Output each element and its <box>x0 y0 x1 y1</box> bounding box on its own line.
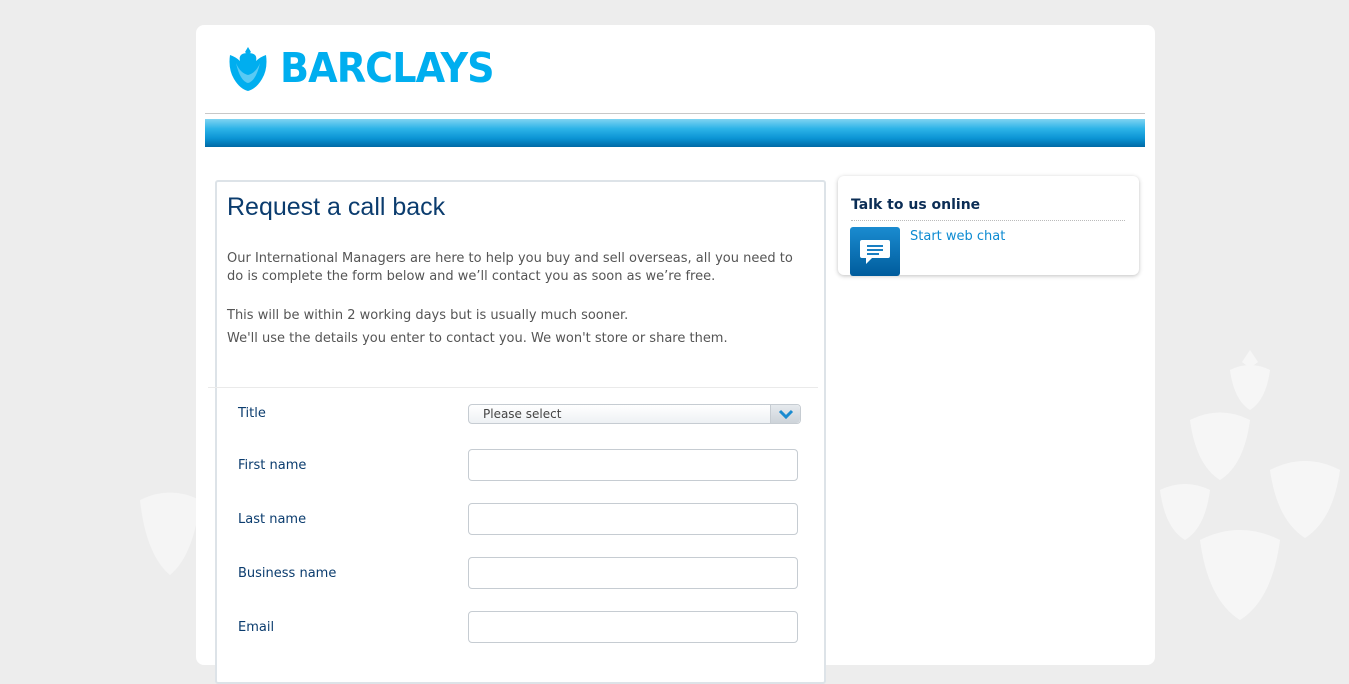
start-web-chat-link[interactable]: Start web chat <box>910 229 1005 244</box>
background-eagle-pattern <box>1160 350 1340 620</box>
intro-text: Our International Managers are here to h… <box>227 250 812 286</box>
title-select-value: Please select <box>483 407 562 421</box>
title-select[interactable]: Please select <box>468 404 801 424</box>
page-container: BARCLAYS Request a call back Our Interna… <box>196 25 1155 684</box>
callback-form-panel: Request a call back Our International Ma… <box>208 180 826 684</box>
talk-online-panel: Talk to us online Start web chat <box>838 176 1139 276</box>
navigation-band <box>205 119 1145 147</box>
last-name-label: Last name <box>238 512 307 527</box>
barclays-logo[interactable]: BARCLAYS <box>226 45 510 91</box>
eagle-icon <box>229 47 267 91</box>
title-label: Title <box>238 406 266 421</box>
email-field[interactable] <box>468 611 798 643</box>
chevron-down-icon[interactable] <box>770 405 800 423</box>
form-divider <box>208 387 818 388</box>
privacy-note: We'll use the details you enter to conta… <box>227 331 728 346</box>
first-name-field[interactable] <box>468 449 798 481</box>
last-name-field[interactable] <box>468 503 798 535</box>
background-eagle-left <box>140 492 200 575</box>
intro-paragraph: Our International Managers are here to h… <box>227 251 793 284</box>
timing-note: This will be within 2 working days but i… <box>227 308 629 323</box>
first-name-label: First name <box>238 458 307 473</box>
chat-bubble-icon[interactable] <box>850 227 900 276</box>
talk-online-heading: Talk to us online <box>851 197 981 213</box>
header-divider <box>205 113 1145 114</box>
sidebar-divider <box>851 220 1125 221</box>
business-name-label: Business name <box>238 566 337 581</box>
brand-name: BARCLAYS <box>280 43 495 92</box>
email-label: Email <box>238 620 275 635</box>
page-title: Request a call back <box>227 193 446 221</box>
business-name-field[interactable] <box>468 557 798 589</box>
